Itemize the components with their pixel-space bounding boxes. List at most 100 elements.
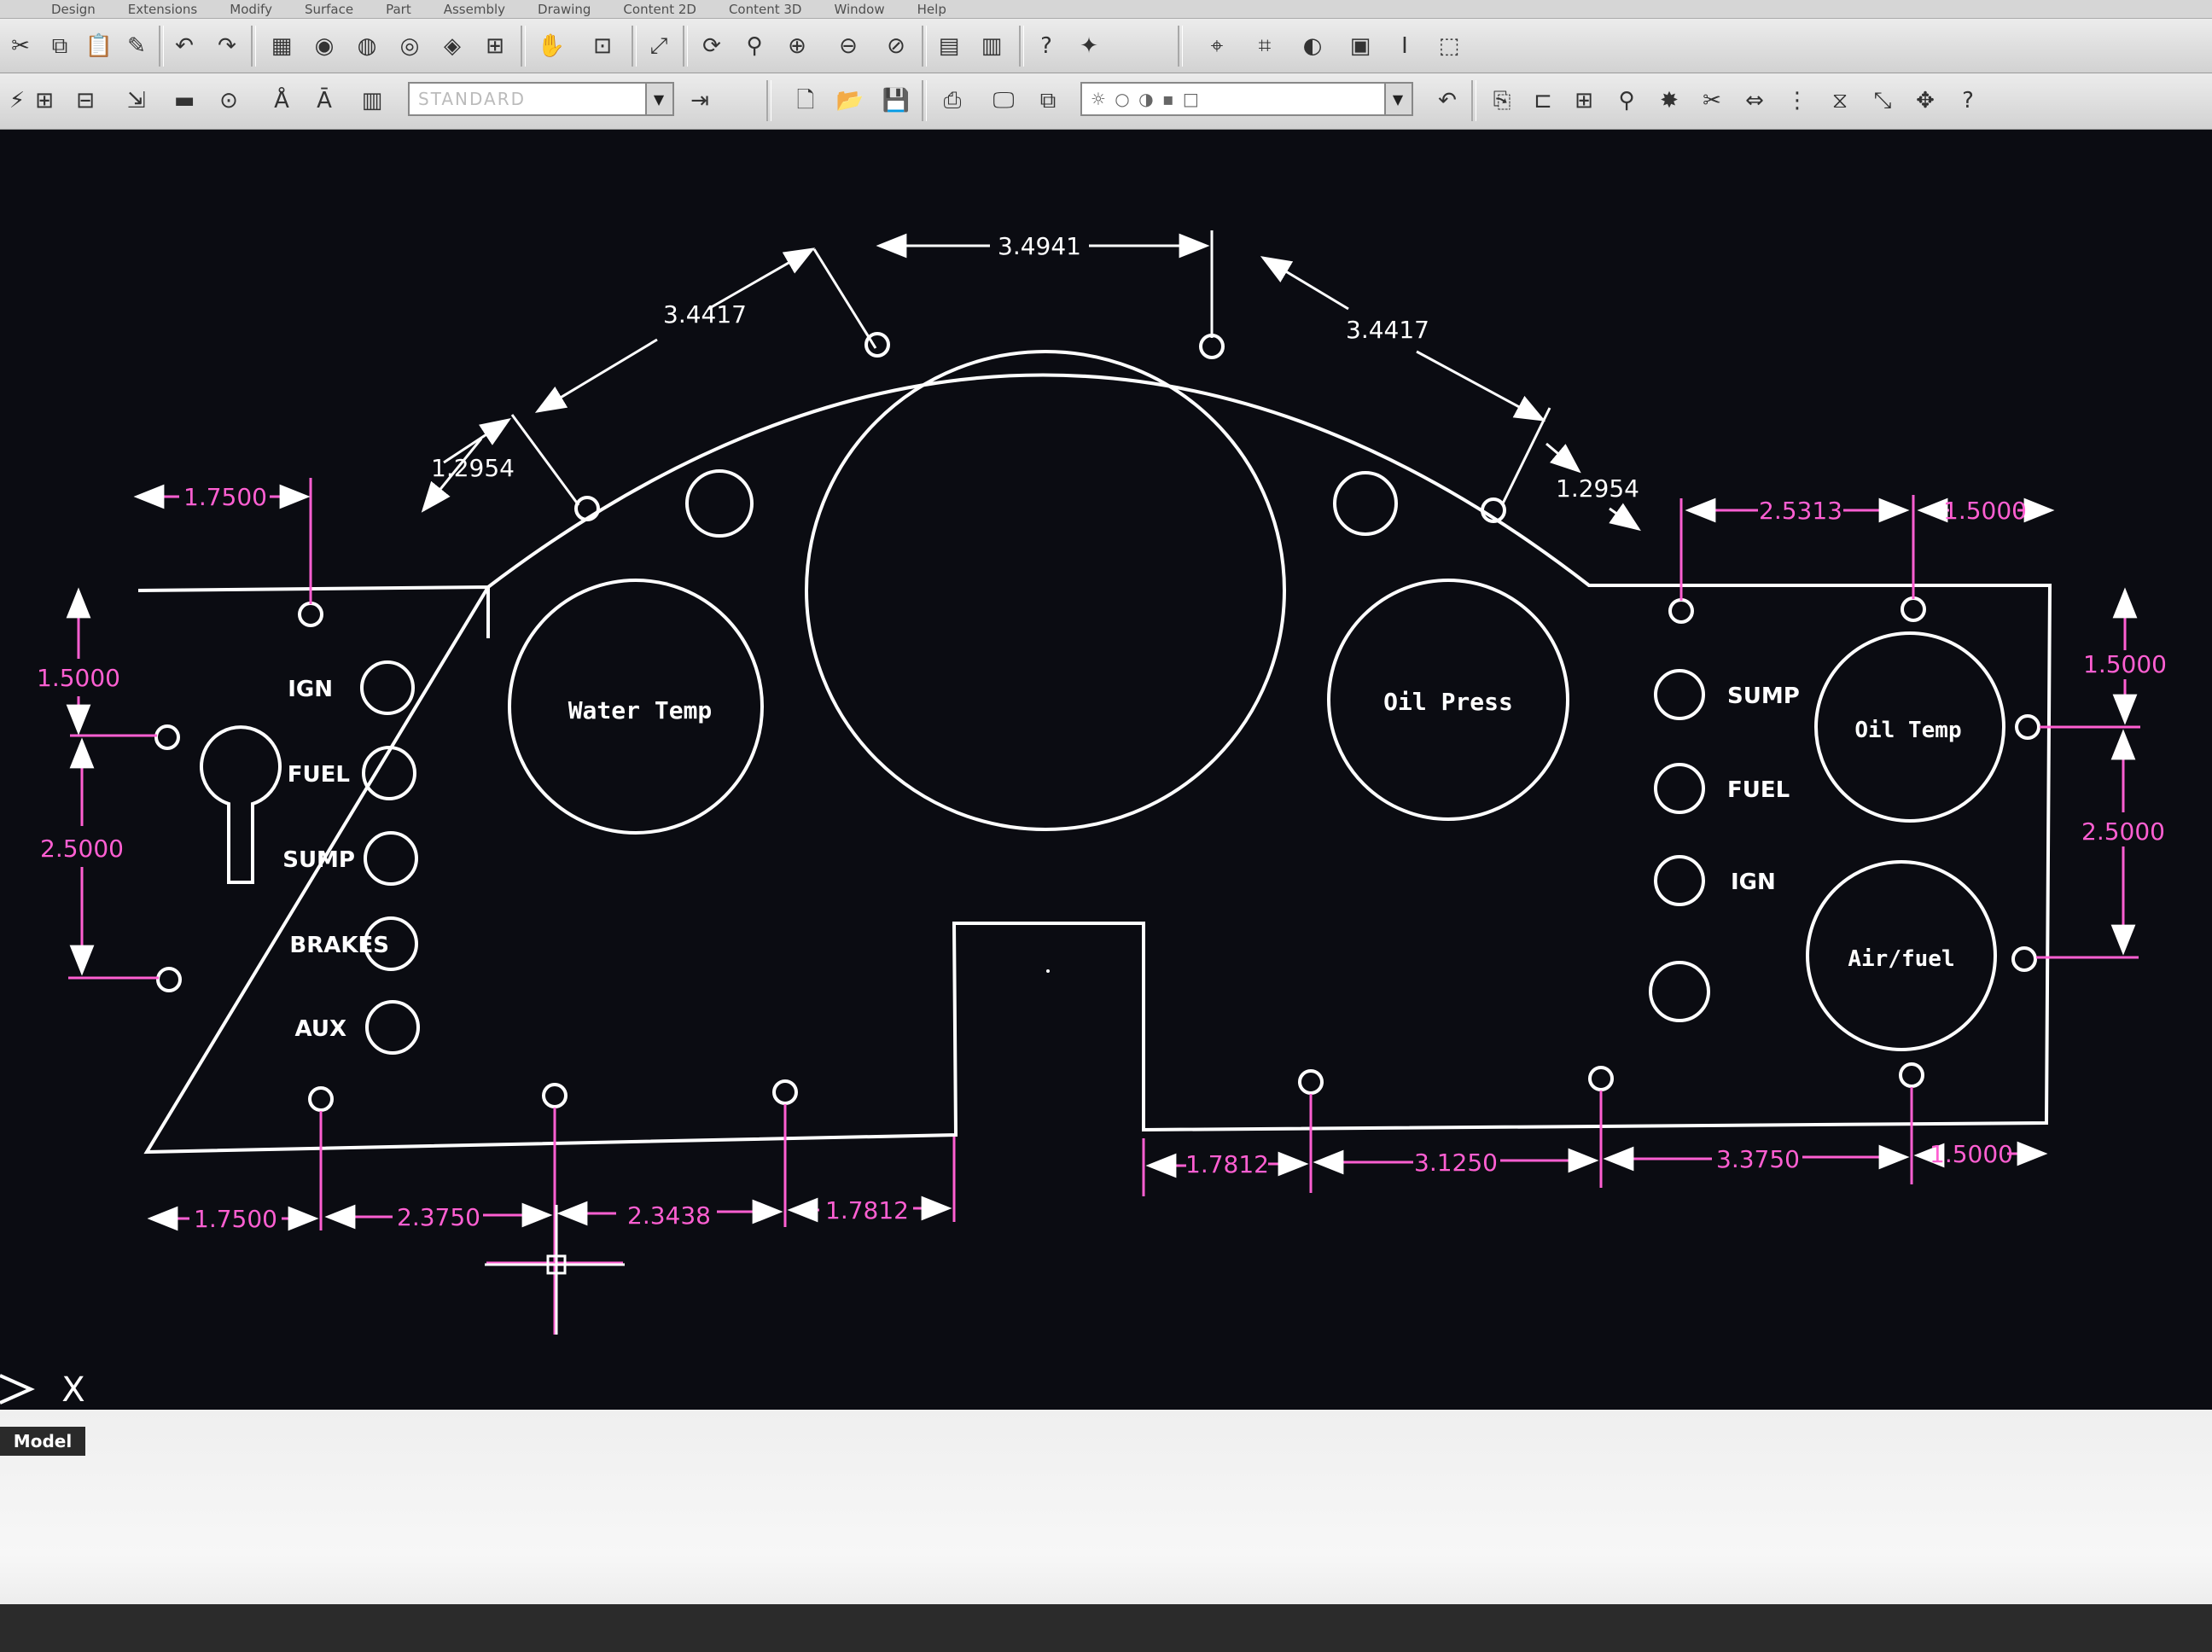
zoom-extents-icon[interactable]: ⤢ — [642, 29, 676, 63]
dim-bottom-right: 1.5000 — [1930, 1140, 2013, 1168]
undo-layer-icon[interactable]: ↶ — [1430, 84, 1464, 118]
dim-bottom-right: 3.3750 — [1716, 1145, 1800, 1173]
calculator-icon[interactable]: ⊞ — [478, 29, 512, 63]
box-3d-icon[interactable]: ⬚ — [1432, 29, 1466, 63]
columns-icon[interactable]: ⊞ — [1567, 84, 1601, 118]
oil-temp-label: Oil Temp — [1854, 718, 1961, 743]
grid-snap-icon[interactable]: ⌗ — [1248, 29, 1282, 63]
air-fuel-label: Air/fuel — [1848, 946, 1954, 972]
text-edit-icon[interactable]: Ā — [307, 84, 341, 118]
help-icon[interactable]: ? — [1029, 29, 1063, 63]
menu-modify[interactable]: Modify — [230, 2, 272, 17]
dim-top-left: 1.7500 — [183, 483, 267, 511]
find-icon[interactable]: ⚲ — [1610, 84, 1644, 118]
open-file-icon[interactable]: 📂 — [833, 84, 867, 118]
publish-icon[interactable]: ⧉ — [1031, 84, 1065, 118]
array-icon[interactable]: ⋮ — [1780, 84, 1814, 118]
block-icon[interactable]: ▬ — [167, 84, 201, 118]
chevron-down-icon[interactable]: ▼ — [1384, 84, 1412, 114]
menu-drawing[interactable]: Drawing — [538, 2, 591, 17]
trim-icon[interactable]: ✂ — [1695, 84, 1729, 118]
drawing-canvas[interactable]: Water Temp Oil Press Oil Temp Air/fuel I… — [0, 130, 2212, 1410]
text-style-select[interactable]: STANDARD ▼ — [408, 82, 674, 116]
lock-icon[interactable]: ▣ — [1343, 29, 1377, 63]
monitor-bezel — [0, 1604, 2212, 1652]
copy-icon[interactable]: ⧉ — [43, 29, 77, 63]
bracket-icon[interactable]: ⊏ — [1526, 84, 1560, 118]
orbit-icon[interactable]: ⟳ — [695, 29, 729, 63]
text-cursor-icon[interactable]: Ⅰ — [1388, 29, 1422, 63]
plot-icon[interactable]: ⎙ — [935, 84, 969, 118]
linear-dimensions — [66, 478, 2140, 1335]
indicator-lights — [360, 660, 1710, 1055]
dim-right-vert-mid: 2.5000 — [2081, 817, 2165, 846]
paste-icon[interactable]: 📋 — [82, 29, 116, 63]
close-command-icon[interactable]: X — [61, 1370, 84, 1410]
markup-icon[interactable]: ◈ — [435, 29, 469, 63]
dim-bottom-left: 1.7500 — [194, 1205, 277, 1233]
layer-select[interactable]: ☼ ○ ◑ ▪ □ ▼ — [1080, 82, 1413, 116]
zoom-out-icon[interactable]: ⊖ — [831, 29, 865, 63]
mirror-icon[interactable]: ⧖ — [1823, 84, 1857, 118]
match-properties-icon[interactable]: ✎ — [119, 29, 154, 63]
redo-icon[interactable]: ↷ — [210, 29, 244, 63]
menu-extensions[interactable]: Extensions — [128, 2, 197, 17]
help-icon-2[interactable]: ? — [1951, 84, 1985, 118]
properties-icon[interactable]: ◉ — [307, 29, 341, 63]
dim-arc-right: 3.4417 — [1346, 316, 1429, 344]
right-light-label: SUMP — [1727, 683, 1800, 709]
tab-model[interactable]: Model — [0, 1427, 85, 1456]
toolbar-styles: ⚡ ⊞ ⊟ ⇲ ▬ ⊙ Å Ā ▥ STANDARD ▼ ⇥ 🗋 📂 💾 ⎙ 🖵… — [0, 73, 2212, 130]
hatch-icon[interactable]: ▥ — [355, 84, 389, 118]
scale-icon[interactable]: ⤡ — [1866, 84, 1900, 118]
new-file-icon[interactable]: 🗋 — [789, 84, 823, 118]
undo-icon[interactable]: ↶ — [167, 29, 201, 63]
move-icon[interactable]: ✥ — [1908, 84, 1942, 118]
zoom-realtime-icon[interactable]: ⚲ — [737, 29, 771, 63]
mounting-holes — [154, 332, 2040, 1112]
tool-palette-icon[interactable]: ◍ — [350, 29, 384, 63]
stretch-icon[interactable]: ⇔ — [1738, 84, 1772, 118]
dimension-icon[interactable]: ⇲ — [119, 84, 154, 118]
menu-content-2d[interactable]: Content 2D — [623, 2, 696, 17]
pointer-help-icon[interactable]: ✦ — [1072, 29, 1106, 63]
snap-icon[interactable]: ⌖ — [1200, 29, 1234, 63]
text-style-icon[interactable]: Å — [265, 84, 299, 118]
chevron-down-icon[interactable]: ▼ — [645, 84, 672, 114]
center-mark — [1046, 969, 1050, 973]
target-icon[interactable]: ⊙ — [212, 84, 246, 118]
explode-icon[interactable]: ✸ — [1652, 84, 1686, 118]
copy-clip-icon[interactable]: ⎘ — [1485, 84, 1519, 118]
pan-icon[interactable]: ✋ — [534, 29, 568, 63]
zoom-window-icon[interactable]: ⊡ — [585, 29, 620, 63]
dim-style-icon[interactable]: ⇥ — [683, 84, 717, 118]
menu-content-3d[interactable]: Content 3D — [729, 2, 802, 17]
menu-assembly[interactable]: Assembly — [444, 2, 505, 17]
left-light-label: IGN — [288, 677, 333, 702]
sheet-set-icon[interactable]: ◎ — [393, 29, 427, 63]
menu-surface[interactable]: Surface — [305, 2, 353, 17]
named-views-icon[interactable]: ▥ — [975, 29, 1009, 63]
layout-icon[interactable]: ▤ — [932, 29, 966, 63]
cut-icon[interactable]: ✂ — [3, 29, 38, 63]
menu-part[interactable]: Part — [386, 2, 411, 17]
menu-help[interactable]: Help — [917, 2, 946, 17]
command-prompt-icon — [0, 1374, 35, 1405]
dim-top-right-a: 2.5313 — [1759, 497, 1842, 525]
dim-bottom-right: 1.7812 — [1185, 1150, 1269, 1178]
view-icon[interactable]: ◐ — [1295, 29, 1330, 63]
menu-design[interactable]: Design — [51, 2, 96, 17]
zoom-in-icon[interactable]: ⊕ — [780, 29, 814, 63]
table-icon[interactable]: ⊟ — [68, 84, 102, 118]
zoom-previous-icon[interactable]: ⊘ — [879, 29, 913, 63]
menu-bar: Design Extensions Modify Surface Part As… — [0, 0, 2212, 19]
cad-drawing: Water Temp Oil Press Oil Temp Air/fuel I… — [0, 230, 2167, 1410]
monitor-icon[interactable]: 🖵 — [987, 84, 1021, 118]
dim-bottom-left: 2.3750 — [397, 1203, 480, 1231]
dim-left-vert-mid: 2.5000 — [40, 835, 124, 863]
layer-states-icon[interactable]: ⊞ — [27, 84, 61, 118]
dim-bottom-left: 2.3438 — [627, 1201, 711, 1230]
save-icon[interactable]: 💾 — [879, 84, 913, 118]
design-center-icon[interactable]: ▦ — [265, 29, 299, 63]
menu-window[interactable]: Window — [834, 2, 884, 17]
